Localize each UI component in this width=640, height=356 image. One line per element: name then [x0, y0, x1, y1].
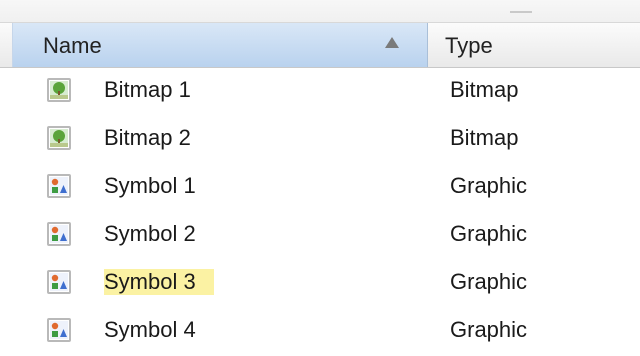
type-column-label: Type	[445, 33, 493, 58]
item-type: Graphic	[450, 317, 528, 342]
item-name: Symbol 2	[104, 221, 196, 246]
item-name: Bitmap 2	[104, 125, 191, 150]
list-item[interactable]: Symbol 3 Graphic	[0, 260, 640, 308]
library-list: Bitmap 1 Bitmap Bitmap 2 Bitmap Symbol 1…	[0, 68, 640, 356]
bitmap-icon	[47, 78, 71, 102]
graphic-symbol-icon	[47, 270, 71, 294]
resize-grip[interactable]	[510, 11, 532, 13]
sort-ascending-icon	[385, 37, 399, 48]
graphic-symbol-icon	[47, 318, 71, 342]
bitmap-icon	[47, 126, 71, 150]
column-header: Name Type	[0, 23, 640, 68]
list-item[interactable]: Symbol 2 Graphic	[0, 212, 640, 260]
graphic-symbol-icon	[47, 174, 71, 198]
graphic-symbol-icon	[47, 222, 71, 246]
type-column-header[interactable]: Type	[427, 23, 640, 67]
list-item[interactable]: Symbol 1 Graphic	[0, 164, 640, 212]
item-type: Bitmap	[450, 125, 519, 150]
item-name: Bitmap 1	[104, 77, 191, 102]
library-panel: Name Type Bitmap 1 Bitmap Bitmap 2 Bitma…	[0, 0, 640, 343]
item-name-highlighted: Symbol 3	[104, 269, 214, 295]
item-name: Symbol 1	[104, 173, 196, 198]
item-type: Bitmap	[450, 77, 519, 102]
list-item[interactable]: Symbol 4 Graphic	[0, 308, 640, 356]
name-column-header[interactable]: Name	[12, 23, 428, 67]
item-name: Symbol 4	[104, 317, 196, 342]
list-item[interactable]: Bitmap 2 Bitmap	[0, 116, 640, 164]
list-item[interactable]: Bitmap 1 Bitmap	[0, 68, 640, 116]
panel-top-strip	[0, 0, 640, 23]
item-type: Graphic	[450, 221, 528, 246]
item-type: Graphic	[450, 269, 528, 294]
item-type: Graphic	[450, 173, 528, 198]
name-column-label: Name	[43, 33, 102, 58]
